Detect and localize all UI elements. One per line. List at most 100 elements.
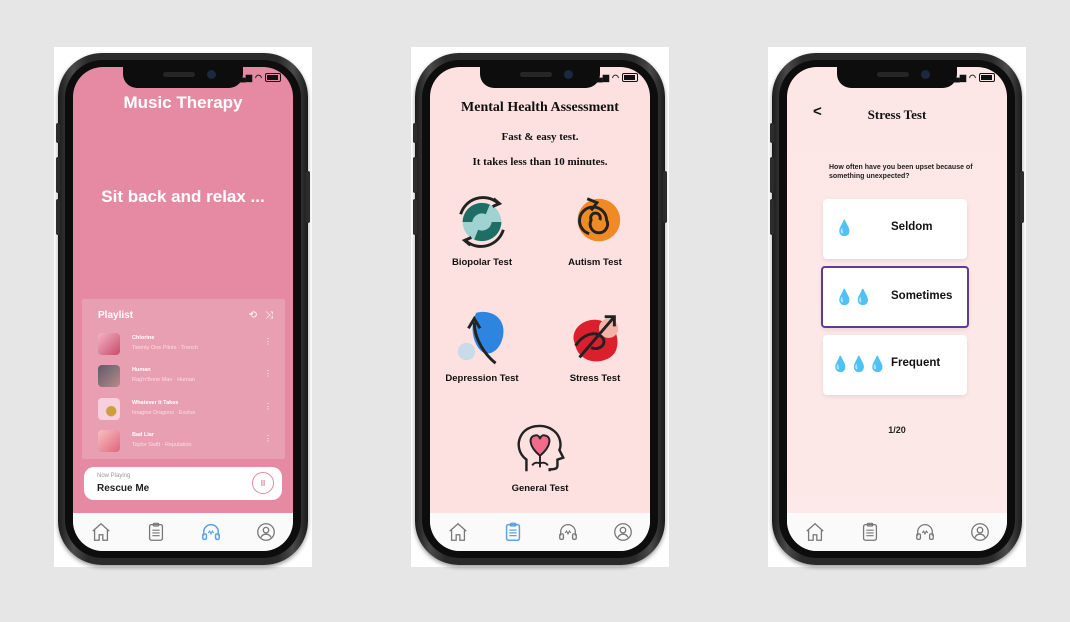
autism-test-card[interactable]: Autism Test — [545, 191, 645, 268]
option-label: Sometimes — [891, 290, 953, 302]
notch — [837, 67, 957, 88]
phone-stress-test: ▂▄▆ ◠ < Stress Test How often have you b… — [770, 53, 1024, 565]
track-name: Bad Liar — [132, 432, 155, 438]
mute-switch — [770, 123, 774, 143]
home-icon — [448, 522, 467, 541]
subtitle-duration: It takes less than 10 minutes. — [472, 156, 608, 168]
test-label: Stress Test — [569, 373, 621, 384]
tab-bar — [430, 513, 650, 551]
home-icon — [91, 522, 110, 541]
shuffle-icon[interactable]: ⤨ — [265, 310, 273, 321]
notch — [480, 67, 600, 88]
volume-down-button — [770, 199, 774, 235]
power-button — [1020, 171, 1024, 223]
track-artist: Twenty One Pilots · Trench — [132, 345, 199, 351]
tab-tests[interactable] — [858, 520, 882, 544]
status-bar: ▂▄▆ ◠ — [948, 73, 995, 82]
track-artist: Taylor Swift · Reputation — [132, 442, 192, 448]
tab-profile[interactable] — [968, 520, 992, 544]
album-art — [98, 333, 120, 355]
battery-icon — [979, 73, 995, 82]
now-playing-song: Rescue Me — [97, 483, 150, 494]
general-icon — [517, 424, 565, 472]
more-icon[interactable]: ⋮ — [264, 402, 272, 411]
track-row[interactable]: Human Rag'n'Bone Man · Human ⋮ — [98, 365, 278, 389]
page-title: Mental Health Assessment — [461, 100, 619, 115]
depression-icon — [457, 311, 504, 365]
profile-icon — [613, 523, 632, 541]
general-test-card[interactable]: General Test — [490, 417, 590, 494]
signal-icon: ▂▄▆ — [234, 73, 253, 82]
volume-up-button — [56, 157, 60, 193]
tab-bar — [787, 513, 1007, 551]
track-row[interactable]: Bad Liar Taylor Swift · Reputation ⋮ — [98, 430, 278, 454]
clipboard-icon — [505, 522, 520, 541]
tab-home[interactable] — [446, 520, 470, 544]
album-art — [98, 365, 120, 387]
tab-tests[interactable] — [501, 520, 525, 544]
phone-music-therapy: ▂▄▆ ◠ Music Therapy Sit back and relax .… — [56, 53, 310, 565]
tab-bar — [73, 513, 293, 551]
more-icon[interactable]: ⋮ — [264, 434, 272, 443]
track-row[interactable]: Whatever It Takes Imagine Dragons · Evol… — [98, 398, 278, 422]
track-artist: Imagine Dragons · Evolve — [132, 410, 196, 416]
wifi-icon: ◠ — [255, 73, 262, 82]
tab-home[interactable] — [803, 520, 827, 544]
test-label: Biopolar Test — [452, 257, 512, 268]
wifi-icon: ◠ — [612, 73, 619, 82]
tab-music[interactable] — [913, 520, 937, 544]
test-label: Depression Test — [445, 373, 519, 384]
music-screen: ▂▄▆ ◠ Music Therapy Sit back and relax .… — [73, 67, 293, 551]
volume-down-button — [413, 199, 417, 235]
tab-profile[interactable] — [611, 520, 635, 544]
option-label: Frequent — [891, 357, 941, 369]
tab-music[interactable] — [556, 520, 580, 544]
mute-switch — [56, 123, 60, 143]
track-name: Chlorine — [132, 335, 155, 341]
progress-indicator: 1/20 — [888, 425, 906, 435]
power-button — [663, 171, 667, 223]
wifi-icon: ◠ — [969, 73, 976, 82]
headphones-icon — [201, 524, 220, 541]
tab-music[interactable] — [199, 520, 223, 544]
clipboard-icon — [148, 522, 163, 541]
signal-icon: ▂▄▆ — [948, 73, 967, 82]
more-icon[interactable]: ⋮ — [264, 337, 272, 346]
tab-profile[interactable] — [254, 520, 278, 544]
option-frequent[interactable]: 💧💧💧 Frequent — [823, 335, 967, 395]
depression-test-card[interactable]: Depression Test — [432, 307, 532, 384]
biopolar-icon — [459, 196, 505, 248]
volume-down-button — [56, 199, 60, 235]
subtitle: Fast & easy test. — [501, 131, 579, 143]
track-row[interactable]: Chlorine Twenty One Pilots · Trench ⋮ — [98, 333, 278, 357]
test-label: General Test — [511, 483, 569, 494]
tab-tests[interactable] — [144, 520, 168, 544]
stress-icon — [573, 315, 619, 362]
stress-test-card[interactable]: Stress Test — [545, 307, 645, 384]
now-playing-bar[interactable]: Now Playing Rescue Me II — [84, 467, 282, 500]
biopolar-test-card[interactable]: Biopolar Test — [432, 191, 532, 268]
pause-button[interactable]: II — [252, 472, 274, 494]
track-artist: Rag'n'Bone Man · Human — [132, 377, 195, 383]
option-sometimes[interactable]: 💧💧 Sometimes — [821, 266, 969, 328]
option-seldom[interactable]: 💧 Seldom — [823, 199, 967, 259]
phone-assessment: ▂▄▆ ◠ Mental Health Assessment Fast & ea… — [413, 53, 667, 565]
headphones-icon — [558, 524, 577, 540]
repeat-icon[interactable]: ⟲ — [249, 310, 257, 321]
mute-switch — [413, 123, 417, 143]
question-text: How often have you been upset because of… — [829, 164, 973, 180]
test-label: Autism Test — [568, 257, 622, 268]
signal-icon: ▂▄▆ — [591, 73, 610, 82]
battery-icon — [265, 73, 281, 82]
album-art — [98, 398, 120, 420]
status-bar: ▂▄▆ ◠ — [591, 73, 638, 82]
tagline: Sit back and relax ... — [101, 187, 265, 206]
headphones-icon — [915, 524, 934, 540]
now-playing-label: Now Playing — [97, 473, 131, 479]
water-drop-icon: 💧💧💧 — [831, 356, 888, 373]
status-bar: ▂▄▆ ◠ — [234, 73, 281, 82]
more-icon[interactable]: ⋮ — [264, 369, 272, 378]
battery-icon — [622, 73, 638, 82]
tab-home[interactable] — [89, 520, 113, 544]
assessment-screen: ▂▄▆ ◠ Mental Health Assessment Fast & ea… — [430, 67, 650, 551]
